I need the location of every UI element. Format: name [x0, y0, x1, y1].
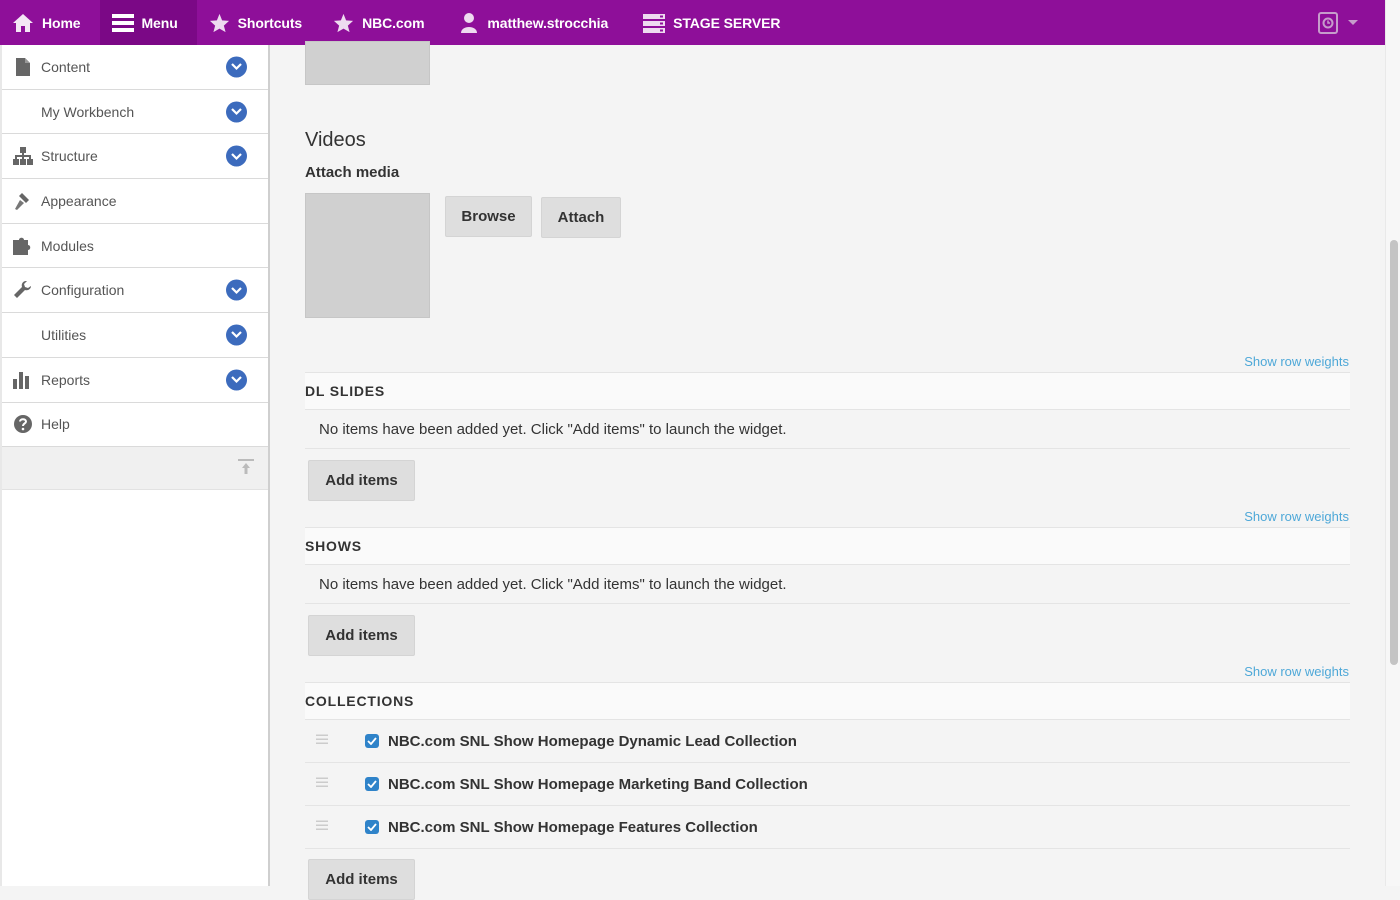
wrench-icon [11, 278, 35, 302]
collection-checkbox[interactable] [365, 820, 379, 834]
shows-empty-message: No items have been added yet. Click "Add… [305, 565, 1350, 604]
chevron-down-icon[interactable] [226, 369, 247, 391]
drag-handle-icon[interactable] [316, 776, 328, 793]
toolbar-menu-label: Menu [141, 14, 178, 31]
collections-header: COLLECTIONS [305, 682, 1350, 720]
scrollbar-thumb[interactable] [1390, 240, 1398, 665]
user-icon [461, 13, 478, 33]
video-thumbnail-placeholder [305, 193, 430, 318]
toolbar-site-label: NBC.com [362, 14, 425, 31]
toolbar-home[interactable]: Home [0, 0, 100, 45]
sidebar-item-modules[interactable]: Modules [2, 224, 268, 269]
sidebar-item-appearance[interactable]: Appearance [2, 179, 268, 224]
star-icon [334, 13, 354, 32]
toolbar-user[interactable]: matthew.strocchia [443, 0, 627, 45]
server-icon [643, 13, 666, 33]
shows-header: SHOWS [305, 527, 1350, 565]
show-row-weights-link[interactable]: Show row weights [1244, 664, 1349, 679]
collection-row: NBC.com SNL Show Homepage Features Colle… [305, 806, 1350, 849]
sidebar-item-configuration[interactable]: Configuration [2, 268, 268, 314]
sidebar-footer [2, 447, 268, 491]
main-content: Videos Attach media Browse Attach Show r… [272, 41, 1385, 900]
puzzle-icon [11, 234, 35, 258]
add-items-button[interactable]: Add items [308, 615, 415, 656]
hamburger-icon [111, 13, 134, 32]
media-thumbnail-top [305, 41, 430, 85]
sidebar-item-label: Configuration [41, 282, 125, 299]
sidebar-item-structure[interactable]: Structure [2, 134, 268, 180]
collapse-icon[interactable] [238, 459, 254, 480]
sidebar-item-label: My Workbench [41, 103, 135, 120]
drag-handle-icon[interactable] [316, 733, 328, 750]
sidebar-item-help[interactable]: Help [2, 403, 268, 448]
drag-handle-icon[interactable] [316, 819, 328, 836]
home-icon [13, 13, 33, 32]
toolbar-home-label: Home [42, 14, 81, 31]
collection-row: NBC.com SNL Show Homepage Dynamic Lead C… [305, 720, 1350, 763]
sidebar-item-utilities[interactable]: Utilities [2, 313, 268, 358]
dl-slides-empty-message: No items have been added yet. Click "Add… [305, 410, 1350, 449]
sidebar-item-reports[interactable]: Reports [2, 358, 268, 403]
add-items-button[interactable]: Add items [308, 460, 415, 501]
sitemap-icon [11, 144, 35, 168]
sidebar-item-label: Structure [41, 148, 98, 165]
chevron-down-icon[interactable] [226, 279, 247, 301]
toolbar-server-label: STAGE SERVER [673, 14, 781, 31]
bar-chart-icon [11, 368, 35, 392]
collection-checkbox[interactable] [365, 734, 379, 748]
toolbar-orientation-icon [1318, 11, 1338, 34]
sidebar-item-label: Content [41, 58, 91, 75]
attach-media-label: Attach media [305, 164, 400, 181]
dl-slides-header: DL SLIDES [305, 372, 1350, 410]
toolbar-server[interactable]: STAGE SERVER [627, 0, 799, 45]
collection-label: NBC.com SNL Show Homepage Dynamic Lead C… [388, 732, 797, 750]
toolbar-shortcuts-label: Shortcuts [237, 14, 303, 31]
collection-label: NBC.com SNL Show Homepage Marketing Band… [388, 775, 808, 793]
paintbrush-icon [11, 189, 35, 213]
star-icon [209, 13, 229, 32]
file-icon [11, 55, 35, 79]
toolbar-site-link[interactable]: NBC.com [321, 0, 443, 45]
collection-label: NBC.com SNL Show Homepage Features Colle… [388, 818, 758, 836]
collection-checkbox[interactable] [365, 777, 379, 791]
sidebar-item-label: Modules [41, 237, 94, 254]
collection-row: NBC.com SNL Show Homepage Marketing Band… [305, 763, 1350, 806]
chevron-down-icon[interactable] [226, 145, 247, 167]
toolbar-shortcuts[interactable]: Shortcuts [197, 0, 321, 45]
admin-sidebar: Content My Workbench Structure Appearanc… [0, 45, 270, 886]
sidebar-item-content[interactable]: Content [2, 45, 268, 90]
show-row-weights-link[interactable]: Show row weights [1244, 509, 1349, 524]
attach-button[interactable]: Attach [541, 197, 621, 238]
toolbar-menu[interactable]: Menu [99, 0, 197, 45]
help-icon [11, 412, 35, 436]
chevron-down-icon [1348, 19, 1358, 25]
toolbar-user-label: matthew.strocchia [487, 14, 609, 31]
sidebar-item-my-workbench[interactable]: My Workbench [2, 90, 268, 135]
page-scrollbar[interactable] [1385, 0, 1400, 886]
chevron-down-icon[interactable] [226, 56, 247, 78]
sidebar-item-label: Utilities [41, 326, 87, 343]
chevron-down-icon[interactable] [226, 101, 247, 123]
admin-toolbar: Home Menu Shortcuts NBC.com matthew.stro… [0, 0, 1385, 45]
sidebar-item-label: Help [41, 416, 70, 433]
add-items-button[interactable]: Add items [308, 859, 415, 900]
sidebar-item-label: Reports [41, 371, 91, 388]
show-row-weights-link[interactable]: Show row weights [1244, 354, 1349, 369]
toolbar-orientation-toggle[interactable] [1317, 11, 1385, 35]
chevron-down-icon[interactable] [226, 324, 247, 346]
sidebar-item-label: Appearance [41, 192, 117, 209]
videos-heading: Videos [305, 129, 366, 151]
browse-button[interactable]: Browse [445, 196, 532, 237]
